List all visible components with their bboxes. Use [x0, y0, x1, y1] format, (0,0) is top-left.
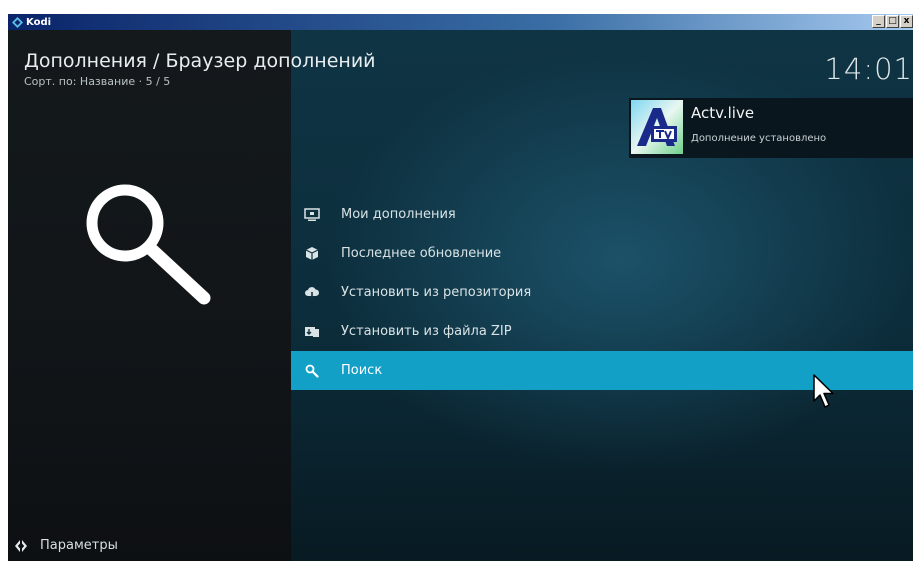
menu-item-install-from-repository[interactable]: Установить из репозитория: [291, 273, 913, 312]
menu-item-label: Мои дополнения: [341, 207, 456, 222]
menu-item-label: Последнее обновление: [341, 246, 502, 261]
menu-item-label: Установить из файла ZIP: [341, 324, 512, 339]
settings-label: Параметры: [40, 538, 118, 553]
menu-item-install-from-zip[interactable]: Установить из файла ZIP: [291, 312, 913, 351]
page-title: Дополнения / Браузер дополнений: [24, 50, 376, 72]
zip-install-icon: [304, 324, 320, 340]
notification-toast: Actv.live Дополнение установлено: [629, 98, 913, 158]
large-search-icon: [80, 178, 220, 318]
kodi-logo-icon: [11, 16, 23, 28]
minimize-button[interactable]: _: [872, 15, 885, 28]
sort-info[interactable]: Сорт. по: Название · 5 / 5: [24, 75, 170, 88]
kodi-stage: Дополнения / Браузер дополнений Сорт. по…: [8, 30, 913, 561]
settings-button[interactable]: Параметры: [14, 538, 118, 553]
actv-addon-logo-icon: [631, 100, 683, 154]
menu-item-recent-updates[interactable]: Последнее обновление: [291, 234, 913, 273]
maximize-button[interactable]: □: [886, 15, 899, 28]
box-icon: [304, 246, 320, 262]
menu-item-my-addons[interactable]: Мои дополнения: [291, 195, 913, 234]
window-title: Kodi: [26, 16, 52, 28]
search-icon: [304, 363, 320, 379]
notification-message: Дополнение установлено: [691, 133, 827, 144]
cloud-download-icon: [304, 285, 320, 301]
menu-item-label: Установить из репозитория: [341, 285, 532, 300]
close-button[interactable]: x: [900, 15, 913, 28]
title-bar: Kodi _ □ x: [8, 14, 913, 30]
settings-icon: [14, 539, 28, 553]
mouse-pointer-icon: [813, 374, 837, 412]
monitor-icon: [304, 207, 320, 223]
menu-item-label: Поиск: [341, 363, 383, 378]
clock: 14:01: [824, 52, 913, 86]
kodi-window: Kodi _ □ x Дополнения / Браузер дополнен…: [8, 14, 913, 561]
window-controls: _ □ x: [872, 15, 913, 28]
notification-title: Actv.live: [691, 104, 755, 122]
addon-menu: Мои дополнения Последнее обновление Уста…: [291, 195, 913, 390]
